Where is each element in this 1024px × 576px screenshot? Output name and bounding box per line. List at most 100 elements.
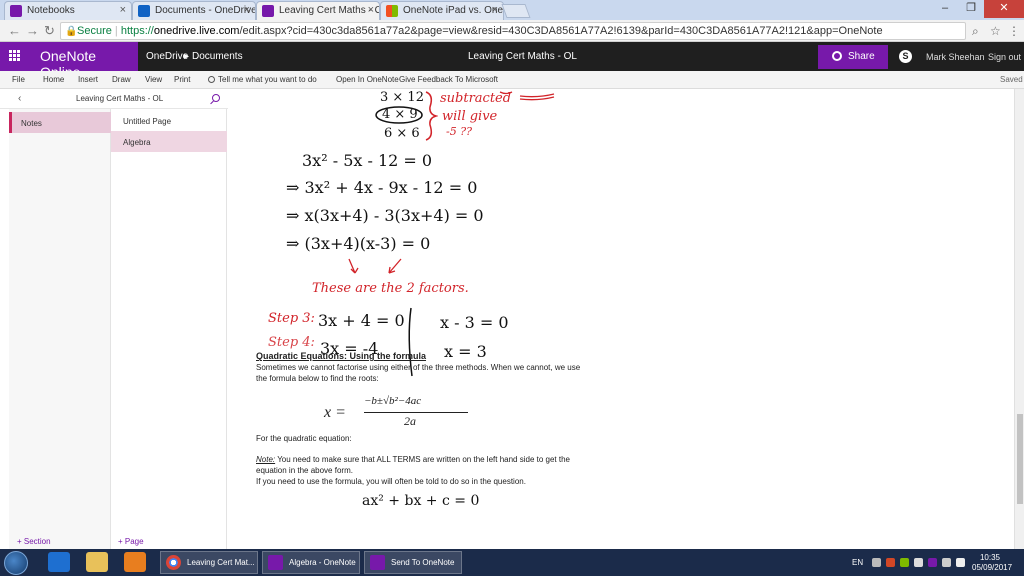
close-icon[interactable]: × bbox=[244, 4, 250, 16]
ink-step-factored: ⇒ (3x+4)(x-3) = 0 bbox=[286, 234, 431, 253]
browser-tab-onenote-ipad[interactable]: OneNote iPad vs. OneN × bbox=[380, 1, 504, 20]
address-bar: ← → ↻ 🔒 Secure | https://onedrive.live.c… bbox=[0, 20, 1024, 42]
tab-label: Leaving Cert Maths - OL bbox=[279, 5, 380, 16]
feedback-link[interactable]: Give Feedback To Microsoft bbox=[399, 75, 498, 84]
ink-note-will-give: will give bbox=[442, 109, 498, 124]
start-button[interactable] bbox=[4, 551, 28, 575]
system-clock[interactable]: 10:35 05/09/2017 bbox=[972, 553, 1013, 573]
internet-explorer-icon[interactable] bbox=[48, 552, 70, 572]
scrollbar-thumb[interactable] bbox=[1017, 414, 1023, 504]
zoom-icon[interactable]: ⌕ bbox=[972, 24, 979, 39]
ink-step-3-eq1: 3x + 4 = 0 bbox=[318, 311, 405, 330]
share-icon bbox=[832, 51, 842, 61]
close-icon[interactable]: × bbox=[492, 4, 498, 16]
volume-icon[interactable] bbox=[956, 558, 965, 567]
new-tab-button[interactable] bbox=[501, 4, 531, 18]
onedrive-icon bbox=[138, 5, 150, 17]
menu-draw[interactable]: Draw bbox=[112, 75, 131, 84]
paragraph-line: the formula below to find the roots: bbox=[256, 374, 379, 383]
restore-button[interactable]: ❐ bbox=[958, 0, 984, 18]
breadcrumb-documents[interactable]: Documents bbox=[192, 51, 243, 62]
close-icon[interactable]: × bbox=[120, 4, 126, 16]
add-page-link[interactable]: + Page bbox=[118, 537, 144, 546]
clock-date: 05/09/2017 bbox=[972, 563, 1013, 572]
media-player-icon[interactable] bbox=[124, 552, 146, 572]
menu-icon[interactable]: ⋮ bbox=[1008, 24, 1020, 38]
open-in-onenote-link[interactable]: Open In OneNote bbox=[336, 75, 399, 84]
paragraph-line: If you need to use the formula, you will… bbox=[256, 477, 526, 486]
onenote-icon bbox=[262, 5, 274, 17]
menu-file[interactable]: File bbox=[12, 75, 25, 84]
tell-me-input[interactable]: Tell me what you want to do bbox=[208, 75, 317, 84]
menu-view[interactable]: View bbox=[145, 75, 162, 84]
notebook-nav-header: ‹ Leaving Cert Maths - OL bbox=[0, 89, 228, 109]
share-button[interactable]: Share bbox=[818, 45, 888, 69]
task-label: Leaving Cert Mat... bbox=[187, 558, 255, 567]
network-icon[interactable] bbox=[942, 558, 951, 567]
page-untitled[interactable]: Untitled Page bbox=[111, 110, 227, 131]
breadcrumb-separator-icon: ▸ bbox=[184, 51, 190, 62]
ink-factor-pair: 6 × 6 bbox=[384, 126, 420, 141]
share-label: Share bbox=[848, 51, 875, 62]
taskbar-chrome[interactable]: Leaving Cert Mat... bbox=[160, 551, 258, 574]
task-label: Algebra - OneNote bbox=[289, 558, 356, 567]
ink-brace bbox=[425, 91, 438, 141]
page-algebra[interactable]: Algebra bbox=[111, 131, 227, 152]
taskbar-send-to-onenote[interactable]: Send To OneNote bbox=[364, 551, 462, 574]
minimize-button[interactable]: ‒ bbox=[932, 0, 958, 18]
skype-icon[interactable]: S bbox=[899, 50, 912, 63]
section-notes[interactable]: Notes bbox=[9, 112, 111, 133]
ink-circle bbox=[375, 106, 423, 124]
app-launcher-icon[interactable] bbox=[9, 50, 21, 62]
menu-insert[interactable]: Insert bbox=[78, 75, 98, 84]
paragraph-line: You need to make sure that ALL TERMS are… bbox=[275, 455, 570, 464]
menu-home[interactable]: Home bbox=[43, 75, 64, 84]
tray-icon[interactable] bbox=[886, 558, 895, 567]
paragraph-line: equation in the above form. bbox=[256, 466, 353, 475]
forward-arrow-icon[interactable]: → bbox=[26, 23, 39, 38]
formula-lhs: x = bbox=[324, 404, 346, 421]
ink-step-3-label: Step 3: bbox=[268, 311, 315, 326]
url-input[interactable]: 🔒 Secure | https://onedrive.live.com/edi… bbox=[60, 22, 966, 40]
tray-icon[interactable] bbox=[928, 558, 937, 567]
url-scheme: https:// bbox=[120, 25, 154, 37]
chevron-left-icon[interactable]: ‹ bbox=[18, 93, 21, 104]
task-label: Send To OneNote bbox=[391, 558, 455, 567]
taskbar-onenote-algebra[interactable]: Algebra - OneNote bbox=[262, 551, 360, 574]
ink-general-form: ax² + bx + c = 0 bbox=[362, 493, 480, 509]
tray-icon[interactable] bbox=[914, 558, 923, 567]
close-icon[interactable]: × bbox=[368, 4, 374, 16]
breadcrumb-onedrive[interactable]: OneDrive bbox=[146, 51, 188, 62]
note-canvas[interactable]: 3 × 12 4 × 9 6 × 6 subtracted will give … bbox=[228, 89, 1018, 549]
add-section-link[interactable]: + Section bbox=[17, 537, 51, 546]
clock-time: 10:35 bbox=[979, 553, 1001, 562]
window-close-button[interactable]: ✕ bbox=[984, 0, 1024, 18]
back-arrow-icon[interactable]: ← bbox=[8, 23, 21, 38]
language-indicator[interactable]: EN bbox=[852, 558, 863, 567]
quadratic-formula: x = −b±√b²−4ac 2a bbox=[324, 395, 484, 431]
sign-out-link[interactable]: Sign out bbox=[988, 52, 1021, 62]
search-icon[interactable] bbox=[212, 94, 220, 102]
formula-fraction-bar bbox=[364, 412, 468, 413]
menu-print[interactable]: Print bbox=[174, 75, 190, 84]
microsoft-icon bbox=[386, 5, 398, 17]
paragraph-line: Sometimes we cannot factorise using eith… bbox=[256, 363, 581, 372]
ink-step-split: ⇒ 3x² + 4x - 9x - 12 = 0 bbox=[286, 178, 478, 197]
windows-taskbar: Leaving Cert Mat... Algebra - OneNote Se… bbox=[0, 549, 1024, 576]
tray-icon[interactable] bbox=[900, 558, 909, 567]
file-explorer-icon[interactable] bbox=[86, 552, 108, 572]
secure-label: Secure bbox=[77, 25, 112, 37]
vertical-scrollbar[interactable] bbox=[1014, 89, 1024, 549]
browser-tab-notebooks[interactable]: Notebooks × bbox=[4, 1, 132, 20]
star-icon[interactable]: ☆ bbox=[990, 24, 1001, 38]
tray-icon[interactable] bbox=[872, 558, 881, 567]
heading-quadratic-formula: Quadratic Equations: Using the formula bbox=[256, 351, 427, 361]
browser-tab-onedrive[interactable]: Documents - OneDrive × bbox=[132, 1, 256, 20]
save-status: Saved bbox=[1000, 75, 1023, 84]
formula-numerator: −b±√b²−4ac bbox=[364, 395, 422, 407]
pages-pane: Untitled Page Algebra bbox=[111, 109, 227, 549]
user-name[interactable]: Mark Sheehan bbox=[926, 52, 985, 62]
reload-icon[interactable]: ↻ bbox=[44, 23, 55, 39]
browser-tab-leaving-cert[interactable]: Leaving Cert Maths - OL × bbox=[256, 1, 380, 20]
onenote-header: OneNote Online OneDrive ▸ Documents Leav… bbox=[0, 42, 1024, 80]
